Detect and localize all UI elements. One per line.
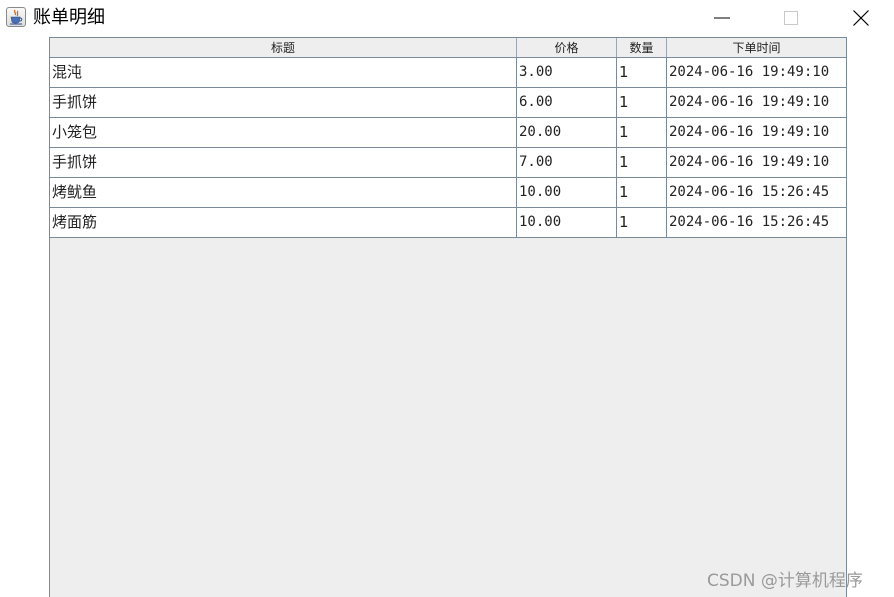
cell-quantity[interactable]: 1: [617, 148, 667, 177]
watermark-text: CSDN @计算机程序: [707, 571, 863, 591]
cell-title[interactable]: 手抓饼: [50, 88, 517, 117]
table-row[interactable]: 烤面筋 10.00 1 2024-06-16 15:26:45: [50, 208, 846, 238]
table-row[interactable]: 烤鱿鱼 10.00 1 2024-06-16 15:26:45: [50, 178, 846, 208]
cell-quantity[interactable]: 1: [617, 208, 667, 237]
column-header-order-time[interactable]: 下单时间: [667, 38, 846, 57]
cell-title[interactable]: 混沌: [50, 58, 517, 87]
table-scroll-pane[interactable]: 标题 价格 数量 下单时间 混沌 3.00 1 2024-06-16 19:49…: [49, 37, 847, 597]
cell-order-time[interactable]: 2024-06-16 19:49:10: [667, 88, 846, 117]
column-header-price[interactable]: 价格: [517, 38, 617, 57]
minimize-button[interactable]: [699, 0, 745, 36]
cell-quantity[interactable]: 1: [617, 118, 667, 147]
cell-title[interactable]: 手抓饼: [50, 148, 517, 177]
java-coffee-cup-icon[interactable]: [6, 7, 26, 27]
minimize-icon: [714, 17, 730, 19]
cell-title[interactable]: 烤鱿鱼: [50, 178, 517, 207]
close-button[interactable]: [838, 0, 884, 36]
cell-order-time[interactable]: 2024-06-16 19:49:10: [667, 148, 846, 177]
app-window: 账单明细 标题 价格 数量 下单时间 混沌 3.00 1 2024-06-16 …: [0, 0, 894, 597]
table-header: 标题 价格 数量 下单时间: [50, 38, 846, 58]
cell-price[interactable]: 10.00: [517, 178, 617, 207]
cell-title[interactable]: 小笼包: [50, 118, 517, 147]
content-area: 标题 价格 数量 下单时间 混沌 3.00 1 2024-06-16 19:49…: [0, 36, 894, 597]
column-header-title[interactable]: 标题: [50, 38, 517, 57]
cell-order-time[interactable]: 2024-06-16 15:26:45: [667, 178, 846, 207]
cell-price[interactable]: 20.00: [517, 118, 617, 147]
table-row[interactable]: 小笼包 20.00 1 2024-06-16 19:49:10: [50, 118, 846, 148]
cell-order-time[interactable]: 2024-06-16 19:49:10: [667, 58, 846, 87]
cell-order-time[interactable]: 2024-06-16 15:26:45: [667, 208, 846, 237]
maximize-button[interactable]: [768, 0, 814, 36]
cell-title[interactable]: 烤面筋: [50, 208, 517, 237]
maximize-icon: [784, 11, 798, 25]
title-bar[interactable]: 账单明细: [0, 0, 894, 36]
cell-quantity[interactable]: 1: [617, 178, 667, 207]
cell-price[interactable]: 3.00: [517, 58, 617, 87]
cell-quantity[interactable]: 1: [617, 88, 667, 117]
column-header-quantity[interactable]: 数量: [617, 38, 667, 57]
cell-price[interactable]: 10.00: [517, 208, 617, 237]
table-body: 混沌 3.00 1 2024-06-16 19:49:10 手抓饼 6.00 1…: [50, 58, 846, 238]
cell-price[interactable]: 6.00: [517, 88, 617, 117]
table-row[interactable]: 手抓饼 7.00 1 2024-06-16 19:49:10: [50, 148, 846, 178]
table-row[interactable]: 手抓饼 6.00 1 2024-06-16 19:49:10: [50, 88, 846, 118]
window-title: 账单明细: [33, 7, 105, 28]
cell-quantity[interactable]: 1: [617, 58, 667, 87]
close-icon: [853, 10, 869, 26]
cell-price[interactable]: 7.00: [517, 148, 617, 177]
cell-order-time[interactable]: 2024-06-16 19:49:10: [667, 118, 846, 147]
table-row[interactable]: 混沌 3.00 1 2024-06-16 19:49:10: [50, 58, 846, 88]
